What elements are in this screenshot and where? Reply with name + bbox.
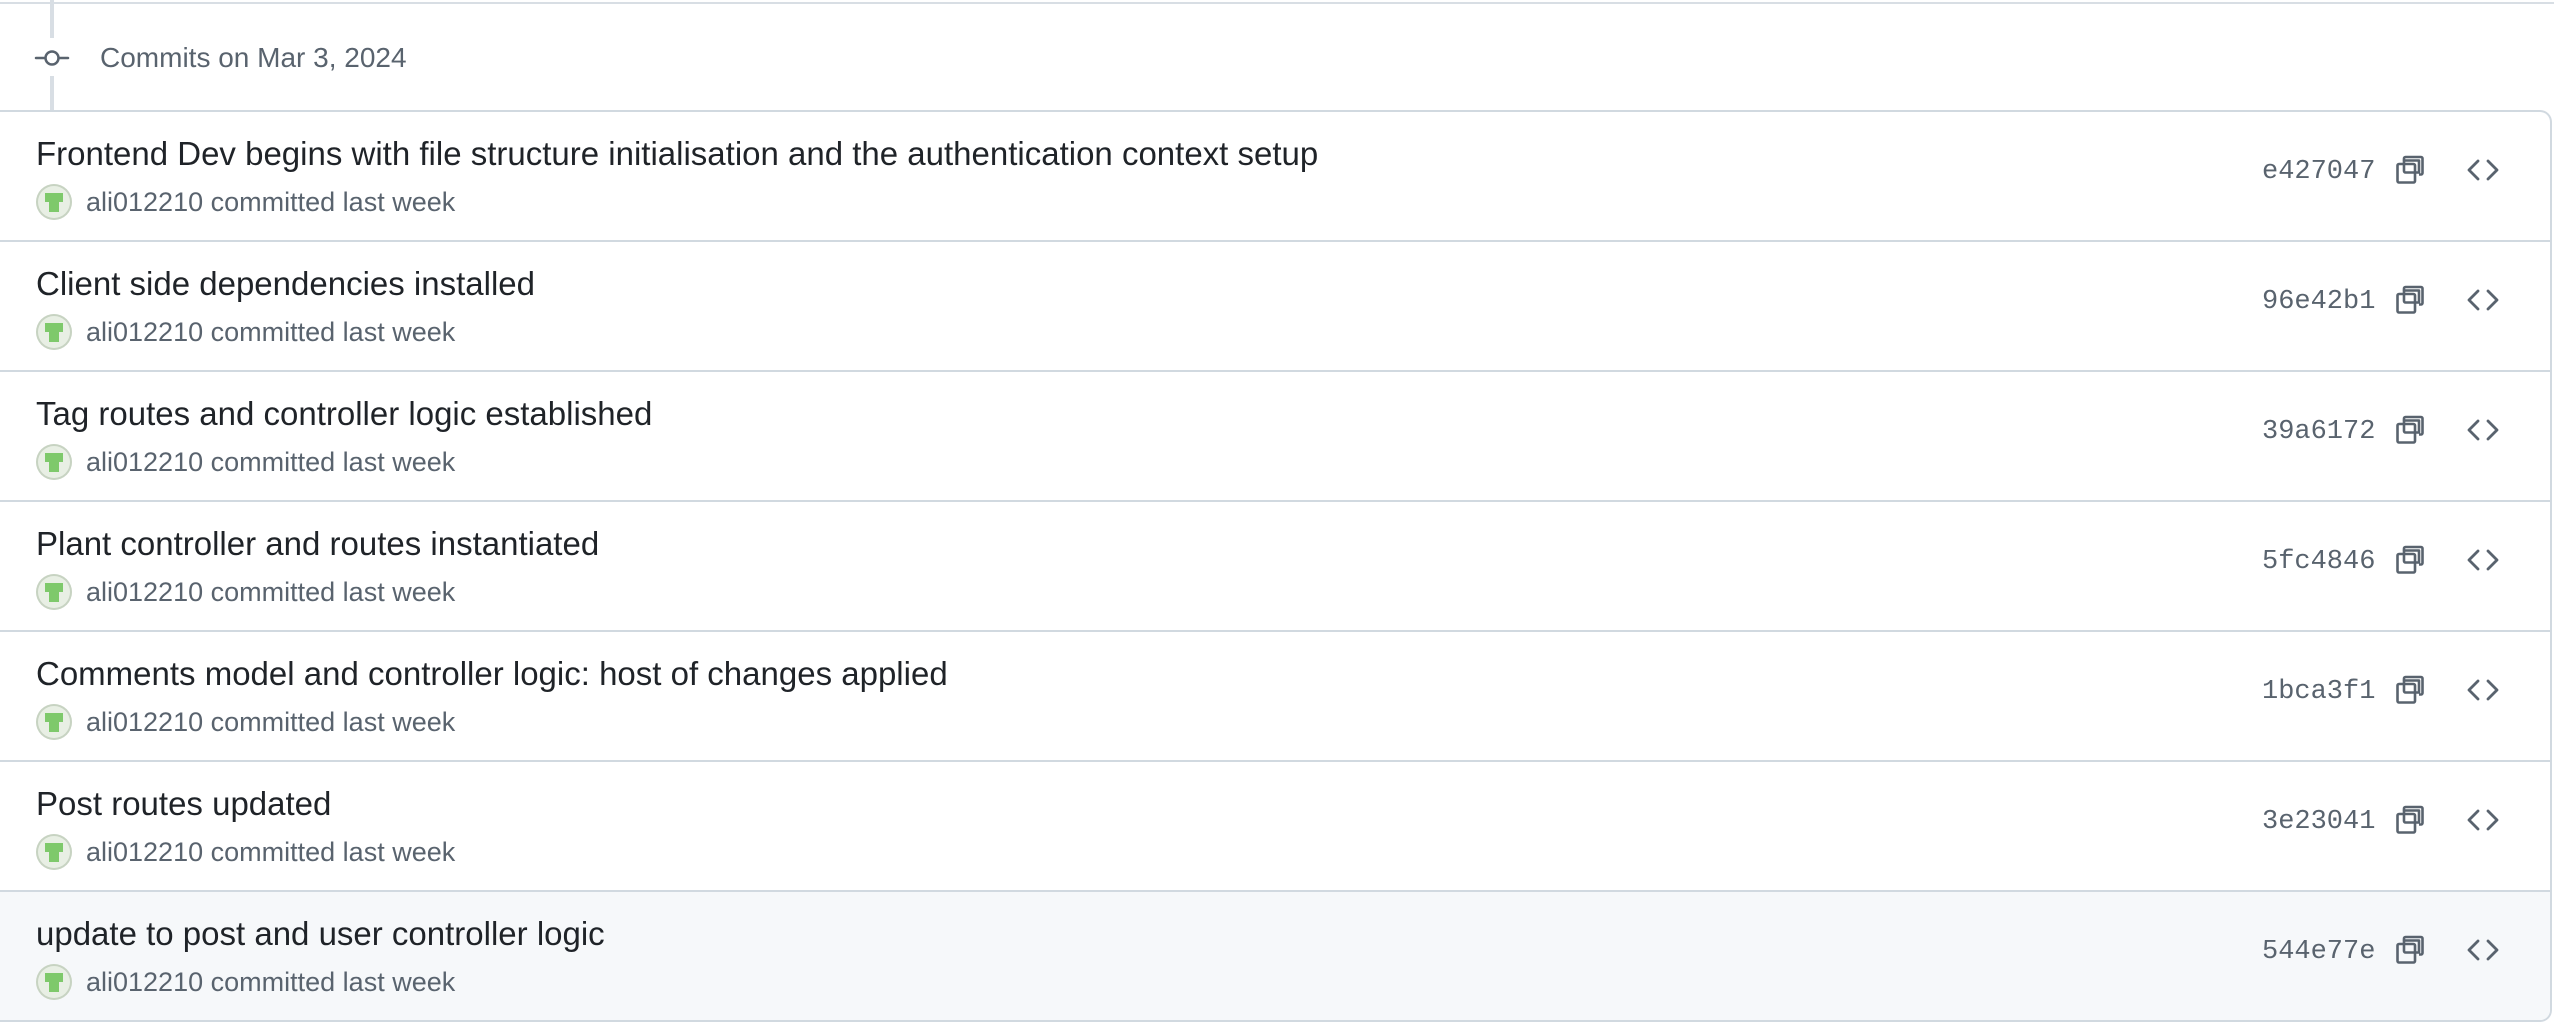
commit-meta-text: ali012210 committed last week [86, 314, 455, 350]
commit-sha-link[interactable]: e427047 [2262, 154, 2375, 190]
code-icon [2466, 805, 2500, 840]
commit-sha-link[interactable]: 96e42b1 [2262, 284, 2375, 320]
top-divider [0, 2, 2554, 4]
code-icon [2466, 155, 2500, 190]
copy-icon [2394, 284, 2426, 321]
copy-sha-button[interactable] [2380, 922, 2440, 982]
author-link[interactable]: ali012210 [86, 577, 203, 607]
commit-message-link[interactable]: Client side dependencies installed [36, 264, 535, 304]
commit-message-link[interactable]: Post routes updated [36, 784, 331, 824]
commit-row: update to post and user controller logic… [0, 890, 2550, 1020]
copy-icon [2394, 544, 2426, 581]
commit-time: committed last week [210, 967, 456, 997]
author-link[interactable]: ali012210 [86, 447, 203, 477]
author-avatar[interactable] [36, 314, 72, 350]
commit-time: committed last week [210, 317, 456, 347]
browse-repo-button[interactable] [2453, 792, 2513, 852]
copy-icon [2394, 414, 2426, 451]
browse-repo-button[interactable] [2453, 402, 2513, 462]
commit-list: Frontend Dev begins with file structure … [0, 110, 2552, 1022]
copy-icon [2394, 674, 2426, 711]
git-commit-icon [34, 42, 70, 74]
commit-sha-link[interactable]: 3e23041 [2262, 804, 2375, 840]
commit-group-date: Commits on Mar 3, 2024 [100, 42, 407, 73]
copy-icon [2394, 804, 2426, 841]
copy-icon [2394, 154, 2426, 191]
browse-repo-button[interactable] [2453, 662, 2513, 722]
commit-meta: ali012210 committed last week [36, 184, 455, 220]
author-avatar[interactable] [36, 834, 72, 870]
commit-row: Client side dependencies installed ali01… [0, 240, 2550, 370]
commit-row: Frontend Dev begins with file structure … [0, 112, 2550, 240]
commit-meta: ali012210 committed last week [36, 964, 455, 1000]
author-avatar[interactable] [36, 704, 72, 740]
commit-row: Post routes updated ali012210 committed … [0, 760, 2550, 890]
author-link[interactable]: ali012210 [86, 837, 203, 867]
commit-row: Tag routes and controller logic establis… [0, 370, 2550, 500]
author-link[interactable]: ali012210 [86, 967, 203, 997]
code-icon [2466, 675, 2500, 710]
commit-meta: ali012210 committed last week [36, 704, 455, 740]
commit-time: committed last week [210, 577, 456, 607]
author-avatar[interactable] [36, 574, 72, 610]
commit-time: committed last week [210, 187, 456, 217]
copy-sha-button[interactable] [2380, 792, 2440, 852]
commit-time: committed last week [210, 707, 456, 737]
commit-meta-text: ali012210 committed last week [86, 184, 455, 220]
commit-sha-link[interactable]: 39a6172 [2262, 414, 2375, 450]
author-link[interactable]: ali012210 [86, 707, 203, 737]
commit-sha-link[interactable]: 1bca3f1 [2262, 674, 2375, 710]
commit-meta-text: ali012210 committed last week [86, 574, 455, 610]
author-avatar[interactable] [36, 964, 72, 1000]
copy-sha-button[interactable] [2380, 142, 2440, 202]
commit-message-link[interactable]: Plant controller and routes instantiated [36, 524, 599, 564]
commit-time: committed last week [210, 837, 456, 867]
copy-sha-button[interactable] [2380, 532, 2440, 592]
commit-meta: ali012210 committed last week [36, 314, 455, 350]
commit-meta: ali012210 committed last week [36, 574, 455, 610]
commit-time: committed last week [210, 447, 456, 477]
code-icon [2466, 285, 2500, 320]
commit-meta-text: ali012210 committed last week [86, 964, 455, 1000]
copy-icon [2394, 934, 2426, 971]
browse-repo-button[interactable] [2453, 532, 2513, 592]
commit-sha-link[interactable]: 5fc4846 [2262, 544, 2375, 580]
commit-message-link[interactable]: update to post and user controller logic [36, 914, 605, 954]
author-avatar[interactable] [36, 444, 72, 480]
commit-message-link[interactable]: Comments model and controller logic: hos… [36, 654, 948, 694]
author-link[interactable]: ali012210 [86, 187, 203, 217]
commit-history-page: Commits on Mar 3, 2024 Frontend Dev begi… [0, 0, 2554, 1022]
copy-sha-button[interactable] [2380, 272, 2440, 332]
copy-sha-button[interactable] [2380, 402, 2440, 462]
code-icon [2466, 545, 2500, 580]
author-avatar[interactable] [36, 184, 72, 220]
browse-repo-button[interactable] [2453, 142, 2513, 202]
commit-message-link[interactable]: Tag routes and controller logic establis… [36, 394, 652, 434]
code-icon [2466, 935, 2500, 970]
commit-meta-text: ali012210 committed last week [86, 834, 455, 870]
commit-meta-text: ali012210 committed last week [86, 704, 455, 740]
commit-row: Comments model and controller logic: hos… [0, 630, 2550, 760]
copy-sha-button[interactable] [2380, 662, 2440, 722]
commit-meta: ali012210 committed last week [36, 834, 455, 870]
browse-repo-button[interactable] [2453, 272, 2513, 332]
commit-group-header: Commits on Mar 3, 2024 [0, 28, 1200, 88]
commit-meta: ali012210 committed last week [36, 444, 455, 480]
code-icon [2466, 415, 2500, 450]
author-link[interactable]: ali012210 [86, 317, 203, 347]
commit-sha-link[interactable]: 544e77e [2262, 934, 2375, 970]
commit-message-link[interactable]: Frontend Dev begins with file structure … [36, 134, 1318, 174]
commit-meta-text: ali012210 committed last week [86, 444, 455, 480]
browse-repo-button[interactable] [2453, 922, 2513, 982]
commit-row: Plant controller and routes instantiated… [0, 500, 2550, 630]
